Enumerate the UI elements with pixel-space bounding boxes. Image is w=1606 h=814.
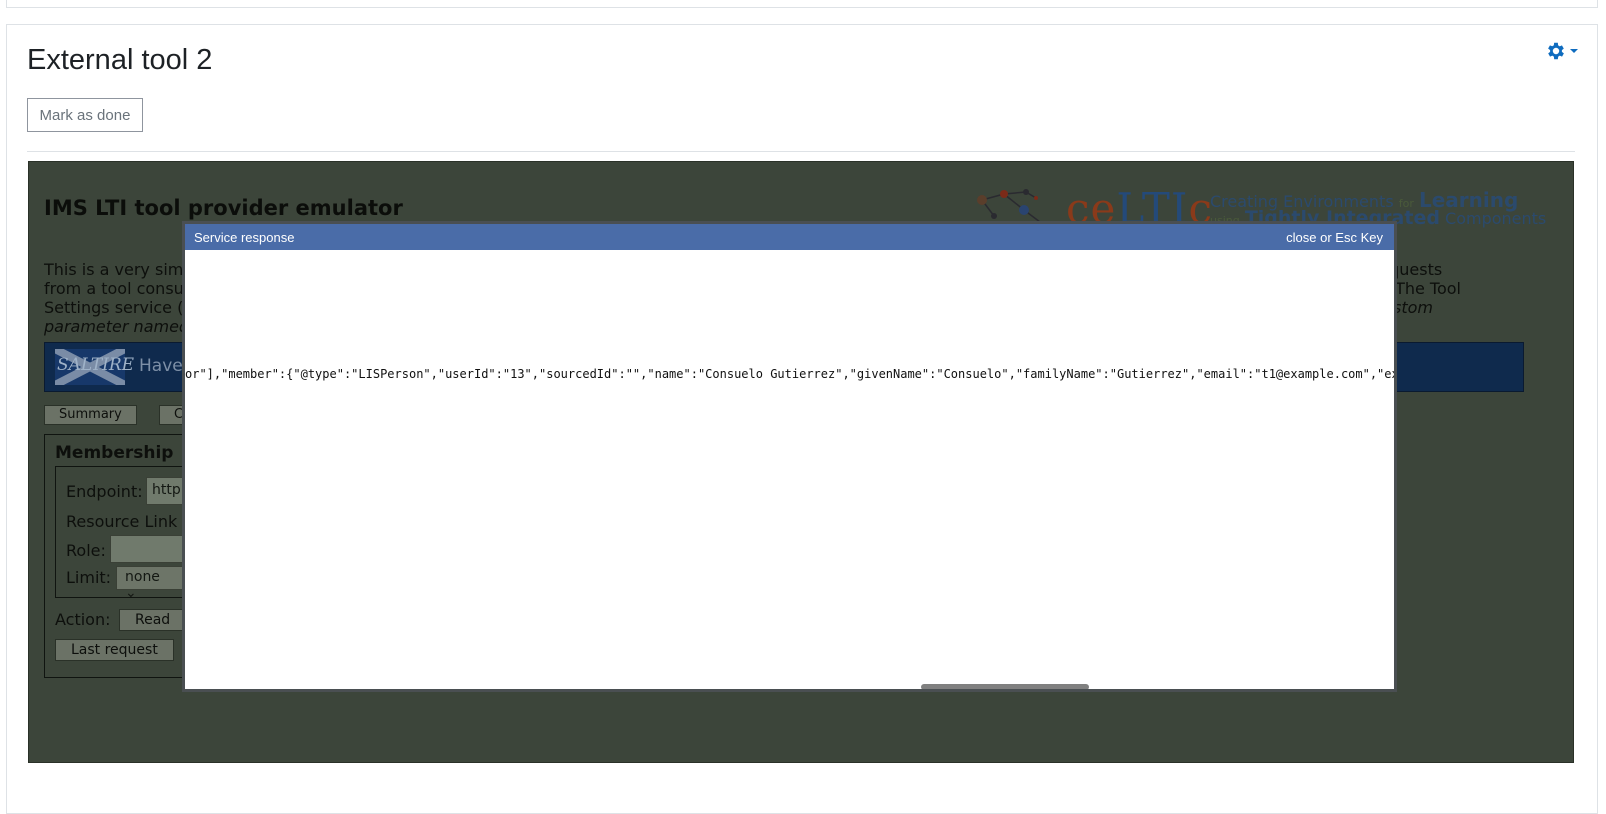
last-request-button[interactable]: Last request bbox=[55, 639, 174, 661]
read-button[interactable]: Read bbox=[119, 609, 187, 631]
service-response-modal: Service response close or Esc Key or"],"… bbox=[182, 221, 1397, 692]
horizontal-scrollbar[interactable] bbox=[921, 684, 1089, 689]
endpoint-label: Endpoint: bbox=[66, 482, 143, 501]
actions-menu-toggle[interactable] bbox=[1545, 40, 1578, 62]
previous-section-card bbox=[6, 0, 1598, 8]
membership-title: Membership bbox=[55, 443, 174, 463]
lti-heading: IMS LTI tool provider emulator bbox=[44, 196, 403, 220]
mark-as-done-button[interactable]: Mark as done bbox=[27, 98, 143, 132]
page-title: External tool 2 bbox=[27, 44, 213, 76]
chevron-down-icon: ⌄ bbox=[125, 585, 137, 601]
modal-title: Service response bbox=[194, 230, 295, 245]
action-label: Action: bbox=[55, 610, 111, 629]
tab-summary[interactable]: Summary bbox=[44, 405, 137, 425]
role-label: Role: bbox=[66, 541, 106, 560]
modal-close-link[interactable]: close or Esc Key bbox=[1286, 230, 1383, 245]
modal-header: Service response close or Esc Key bbox=[185, 224, 1394, 250]
saltire-have-text: Have bbox=[139, 356, 183, 376]
membership-options: Endpoint: http Resource Link Role: Limit… bbox=[55, 466, 206, 601]
divider bbox=[27, 151, 1575, 152]
json-response-text: or"],"member":{"@type":"LISPerson","user… bbox=[185, 367, 1394, 381]
resource-link-label: Resource Link bbox=[66, 512, 178, 531]
chevron-down-icon bbox=[1570, 48, 1578, 54]
membership-panel: Membership Endpoint: http Resource Link … bbox=[44, 434, 206, 678]
gear-icon bbox=[1545, 40, 1567, 62]
saltire-label: SALTIRE bbox=[57, 355, 135, 375]
network-logo-icon bbox=[977, 189, 1041, 223]
limit-select[interactable]: none ⌄ bbox=[116, 566, 184, 601]
modal-body[interactable]: or"],"member":{"@type":"LISPerson","user… bbox=[185, 250, 1394, 689]
limit-label: Limit: bbox=[66, 568, 112, 587]
